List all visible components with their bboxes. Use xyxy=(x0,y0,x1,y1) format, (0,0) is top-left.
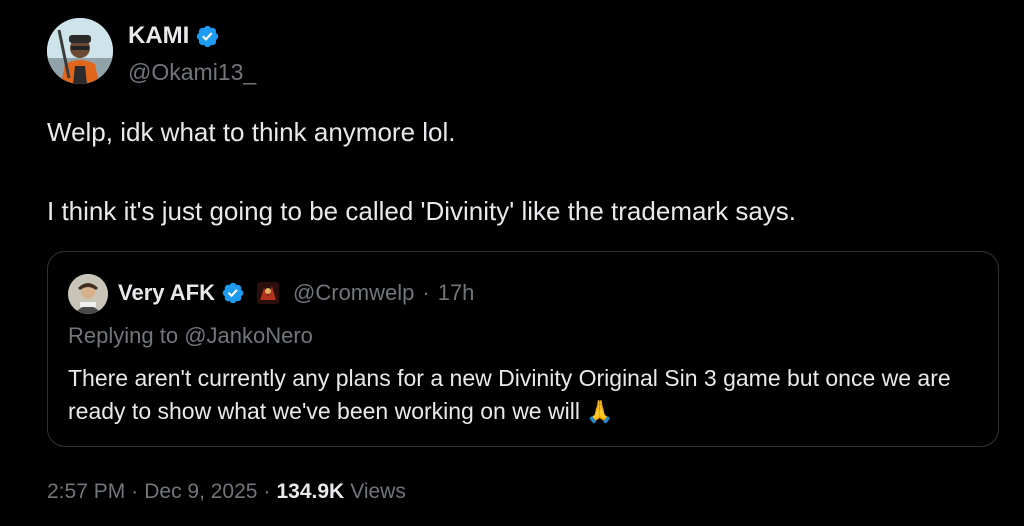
author-display-name[interactable]: KAMI xyxy=(128,22,189,50)
tweet-date[interactable]: Dec 9, 2025 xyxy=(144,480,257,504)
tweet-text-line-2: I think it's just going to be called 'Di… xyxy=(47,196,796,226)
verified-badge-icon xyxy=(222,282,244,304)
replying-to-mention[interactable]: @JankoNero xyxy=(184,323,313,348)
views-count[interactable]: 134.9K xyxy=(276,480,344,504)
views-label: Views xyxy=(350,480,406,503)
meta-separator-1: · xyxy=(131,480,139,503)
quoted-separator: · xyxy=(422,280,430,305)
quoted-tweet-card[interactable]: Very AFK @Cromwelp · 17h Replying to @Ja… xyxy=(47,251,999,447)
author-handle[interactable]: @Okami13_ xyxy=(128,59,256,86)
quoted-header: Very AFK @Cromwelp · 17h xyxy=(118,280,474,306)
quoted-time[interactable]: 17h xyxy=(438,280,475,306)
quoted-display-name[interactable]: Very AFK xyxy=(118,280,215,306)
affiliate-badge-icon[interactable] xyxy=(257,282,280,304)
quoted-text: There aren't currently any plans for a n… xyxy=(68,362,988,428)
replying-prefix: Replying to xyxy=(68,323,185,348)
tweet: KAMI @Okami13_ Welp, idk what to think a… xyxy=(0,0,1024,526)
tweet-meta: 2:57 PM · Dec 9, 2025 · 134.9K Views xyxy=(47,480,406,504)
tweet-time[interactable]: 2:57 PM xyxy=(47,480,125,504)
author-avatar[interactable] xyxy=(47,18,113,84)
tweet-text-line-1: Welp, idk what to think anymore lol. xyxy=(47,117,456,147)
quoted-handle[interactable]: @Cromwelp xyxy=(293,280,414,306)
meta-separator-2: · xyxy=(263,480,271,503)
quoted-text-body: There aren't currently any plans for a n… xyxy=(68,365,951,424)
verified-badge-icon xyxy=(197,25,219,47)
replying-to: Replying to @JankoNero xyxy=(68,323,313,349)
quoted-author-avatar[interactable] xyxy=(68,274,108,314)
author-name-row: KAMI xyxy=(128,22,220,50)
praying-hands-emoji: 🙏 xyxy=(586,399,614,424)
